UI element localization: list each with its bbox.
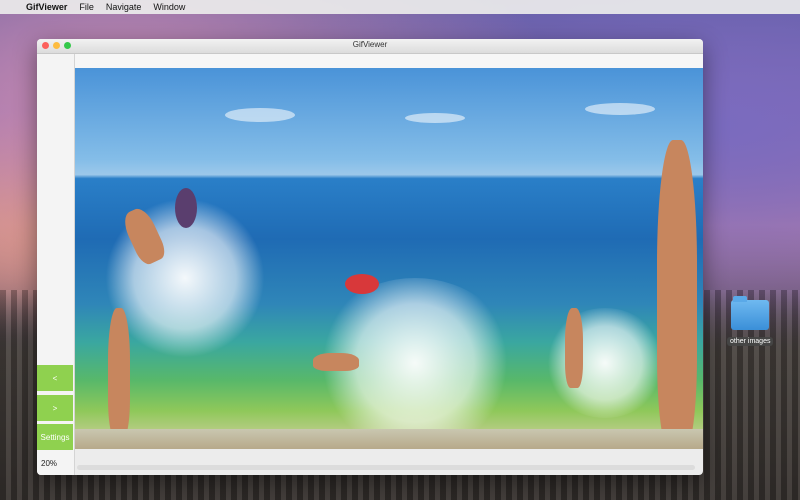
previous-button[interactable]: < xyxy=(37,365,73,391)
image-viewer[interactable] xyxy=(75,68,703,449)
sidebar: < > Settings 20% xyxy=(37,54,75,475)
desktop-folder[interactable]: other images xyxy=(727,296,774,352)
desktop-folder-label: other images xyxy=(727,337,774,346)
person-standing xyxy=(108,308,130,438)
toolbar xyxy=(75,54,703,69)
wave-splash xyxy=(545,308,665,418)
folder-icon xyxy=(731,296,769,330)
menu-file[interactable]: File xyxy=(79,2,94,12)
person-foreground xyxy=(657,140,697,449)
zoom-level: 20% xyxy=(41,459,58,468)
person-in-wave xyxy=(313,353,359,371)
menu-app-name[interactable]: GifViewer xyxy=(26,2,67,12)
cloud xyxy=(225,108,295,122)
title-bar[interactable]: GifViewer xyxy=(37,39,703,54)
menu-window[interactable]: Window xyxy=(153,2,185,12)
horizontal-scrollbar[interactable] xyxy=(77,465,695,470)
cloud xyxy=(405,113,465,123)
settings-button[interactable]: Settings xyxy=(37,424,73,450)
bodyboard xyxy=(175,188,197,228)
window-title: GifViewer xyxy=(352,40,388,49)
bodyboard xyxy=(345,274,379,294)
menu-bar: GifViewer File Navigate Window xyxy=(0,0,800,14)
next-button[interactable]: > xyxy=(37,395,73,421)
menu-navigate[interactable]: Navigate xyxy=(106,2,142,12)
app-window: GifViewer < > Settings 20% xyxy=(37,39,703,475)
person-surfer xyxy=(565,308,583,388)
cloud xyxy=(585,103,655,115)
beach xyxy=(75,429,703,449)
